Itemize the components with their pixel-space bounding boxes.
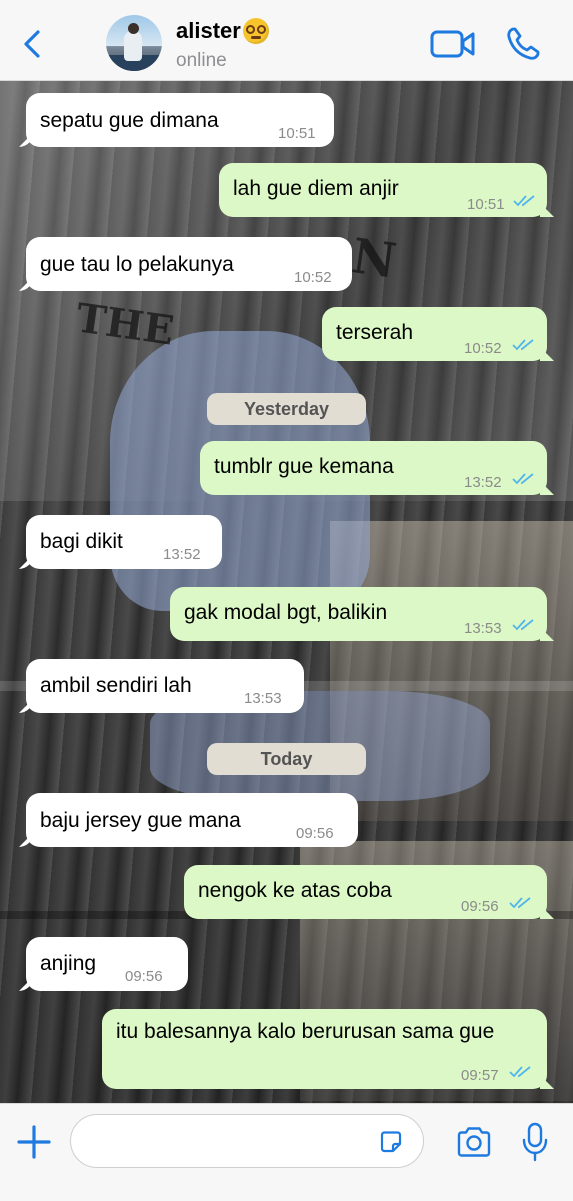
message-incoming[interactable]: bagi dikit 13:52 xyxy=(26,515,222,569)
contact-name: alister xyxy=(176,18,241,43)
message-incoming[interactable]: baju jersey gue mana 09:56 xyxy=(26,793,358,847)
chat-area[interactable]: THE N sepatu gue dimana 10:51 lah gue di… xyxy=(0,81,573,1103)
message-input-field[interactable] xyxy=(70,1114,424,1168)
dizzy-face-emoji-icon xyxy=(242,18,269,44)
message-outgoing[interactable]: tumblr gue kemana 13:52 xyxy=(200,441,547,495)
camera-icon[interactable] xyxy=(456,1126,492,1158)
chevron-left-icon[interactable] xyxy=(18,26,48,62)
message-outgoing[interactable]: nengok ke atas coba 09:56 xyxy=(184,865,547,919)
phone-icon[interactable] xyxy=(505,26,541,62)
read-ticks-icon xyxy=(512,339,534,351)
chat-header: alister online xyxy=(0,0,573,81)
message-outgoing[interactable]: terserah 10:52 xyxy=(322,307,547,361)
read-ticks-icon xyxy=(512,473,534,485)
message-outgoing[interactable]: lah gue diem anjir 10:51 xyxy=(219,163,547,217)
message-outgoing[interactable]: itu balesannya kalo berurusan sama gue 0… xyxy=(102,1009,547,1089)
message-outgoing[interactable]: gak modal bgt, balikin 13:53 xyxy=(170,587,547,641)
message-incoming[interactable]: sepatu gue dimana 10:51 xyxy=(26,93,334,147)
input-bar xyxy=(0,1103,573,1201)
read-ticks-icon xyxy=(509,897,531,909)
read-ticks-icon xyxy=(509,1066,531,1078)
avatar[interactable] xyxy=(106,15,162,71)
read-ticks-icon xyxy=(512,619,534,631)
message-incoming[interactable]: ambil sendiri lah 13:53 xyxy=(26,659,304,713)
video-call-icon[interactable] xyxy=(430,28,476,60)
wallpaper-text-the: THE xyxy=(73,294,177,355)
date-separator: Yesterday xyxy=(207,393,366,425)
contact-name-row[interactable]: alister xyxy=(176,18,269,44)
date-separator: Today xyxy=(207,743,366,775)
plus-icon[interactable] xyxy=(16,1124,52,1160)
message-incoming[interactable]: anjing 09:56 xyxy=(26,937,188,991)
read-ticks-icon xyxy=(513,195,535,207)
contact-status: online xyxy=(176,50,227,71)
message-incoming[interactable]: gue tau lo pelakunya 10:52 xyxy=(26,237,352,291)
sticker-icon[interactable] xyxy=(378,1129,404,1155)
microphone-icon[interactable] xyxy=(522,1122,548,1162)
wallpaper-text-n: N xyxy=(348,228,400,290)
message-input[interactable] xyxy=(89,1127,373,1157)
